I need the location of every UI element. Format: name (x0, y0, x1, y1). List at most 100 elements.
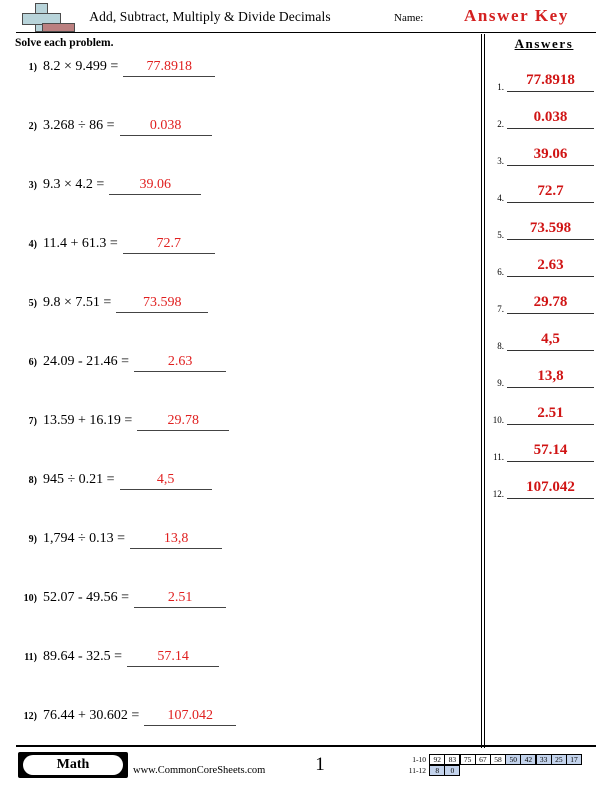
problem-row: 11) 89.64 - 32.5 = 57.14 (15, 647, 470, 706)
problem-body: 89.64 - 32.5 = 57.14 (43, 649, 220, 667)
answer-number: 1. (497, 82, 504, 92)
problem-expression: 11.4 + 61.3 = (43, 236, 118, 251)
score-row-label: 11-12 (408, 766, 426, 775)
problem-number: 2) (28, 121, 37, 132)
problem-answer-blank[interactable]: 57.14 (127, 649, 220, 667)
score-row-label: 1-10 (412, 755, 426, 764)
score-cell-empty (490, 765, 506, 776)
answer-value-blank[interactable]: 107.042 (507, 477, 594, 499)
column-divider (481, 34, 485, 748)
answer-value-blank[interactable]: 13,8 (507, 366, 594, 388)
answer-row: 7. 29.78 (488, 289, 600, 326)
score-table-row: 11-12 8 0 (397, 765, 582, 776)
score-cell: 83 (444, 754, 461, 765)
answer-value-blank[interactable]: 4,5 (507, 329, 594, 351)
answer-value-blank[interactable]: 77.8918 (507, 70, 594, 92)
problem-expression: 24.09 - 21.46 = (43, 354, 130, 369)
problem-answer-blank[interactable]: 39.06 (109, 177, 202, 195)
answer-number: 3. (497, 156, 504, 166)
problem-row: 6) 24.09 - 21.46 = 2.63 (15, 352, 470, 411)
answer-value-blank[interactable]: 57.14 (507, 440, 594, 462)
answers-list: 1. 77.8918 2. 0.038 3. 39.06 4. 72.7 5. 73.598 6. 2… (488, 67, 600, 511)
problem-answer-blank[interactable]: 77.8918 (123, 59, 216, 77)
problem-expression: 9.8 × 7.51 = (43, 295, 112, 310)
problem-expression: 8.2 × 9.499 = (43, 59, 119, 74)
problem-number: 10) (23, 593, 37, 604)
problem-list: 1) 8.2 × 9.499 = 77.8918 2) 3.268 ÷ 86 = 0.03… (15, 57, 470, 765)
score-cell-empty (566, 765, 582, 776)
header-divider-rule (16, 32, 596, 33)
answer-value-blank[interactable]: 73.598 (507, 218, 594, 240)
answers-panel: Answers 1. 77.8918 2. 0.038 3. 39.06 4. 72.7 5. 7… (488, 36, 600, 511)
answer-row: 9. 13,8 (488, 363, 600, 400)
problem-body: 3.268 ÷ 86 = 0.038 (43, 118, 212, 136)
answer-value-blank[interactable]: 2.63 (507, 255, 594, 277)
score-cell: 8 (429, 765, 446, 776)
problem-answer-blank[interactable]: 107.042 (144, 708, 237, 726)
problem-expression: 89.64 - 32.5 = (43, 649, 123, 664)
problem-answer-blank[interactable]: 4,5 (119, 472, 212, 490)
answer-value-blank[interactable]: 0.038 (507, 107, 594, 129)
score-cell: 42 (520, 754, 537, 765)
problem-row: 10) 52.07 - 49.56 = 2.51 (15, 588, 470, 647)
problem-number: 7) (28, 416, 37, 427)
problem-row: 4) 11.4 + 61.3 = 72.7 (15, 234, 470, 293)
problem-number: 5) (28, 298, 37, 309)
answer-number: 9. (497, 378, 504, 388)
problem-row: 9) 1,794 ÷ 0.13 = 13,8 (15, 529, 470, 588)
problem-row: 3) 9.3 × 4.2 = 39.06 (15, 175, 470, 234)
score-table-row: 1-10 92 83 75 67 58 50 42 33 25 17 (397, 754, 583, 765)
answer-row: 10. 2.51 (488, 400, 600, 437)
score-cell: 67 (474, 754, 491, 765)
score-cell: 50 (505, 754, 522, 765)
problem-number: 8) (28, 475, 37, 486)
problem-number: 6) (28, 357, 37, 368)
problem-expression: 1,794 ÷ 0.13 = (43, 531, 126, 546)
answer-number: 2. (497, 119, 504, 129)
answer-number: 10. (492, 415, 504, 425)
problem-answer-blank[interactable]: 73.598 (116, 295, 209, 313)
problem-answer-blank[interactable]: 0.038 (119, 118, 212, 136)
score-cell-empty (551, 765, 567, 776)
answer-number: 5. (497, 230, 504, 240)
problem-answer-blank[interactable]: 72.7 (122, 236, 215, 254)
answer-row: 12. 107.042 (488, 474, 600, 511)
answer-value-blank[interactable]: 2.51 (507, 403, 594, 425)
problem-number: 11) (24, 652, 37, 663)
answer-row: 2. 0.038 (488, 104, 600, 141)
problem-answer-blank[interactable]: 2.63 (134, 354, 227, 372)
problem-answer-blank[interactable]: 13,8 (130, 531, 223, 549)
problem-expression: 9.3 × 4.2 = (43, 177, 105, 192)
answer-row: 6. 2.63 (488, 252, 600, 289)
score-cell-empty (536, 765, 552, 776)
problem-body: 8.2 × 9.499 = 77.8918 (43, 59, 216, 77)
score-cell-empty (520, 765, 536, 776)
answer-value-blank[interactable]: 29.78 (507, 292, 594, 314)
problem-body: 9.3 × 4.2 = 39.06 (43, 177, 202, 195)
problem-row: 2) 3.268 ÷ 86 = 0.038 (15, 116, 470, 175)
problem-body: 52.07 - 49.56 = 2.51 (43, 590, 227, 608)
problem-expression: 945 ÷ 0.21 = (43, 472, 115, 487)
answer-key-stamp: Answer Key (464, 6, 569, 25)
score-cell: 33 (535, 754, 552, 765)
problem-answer-blank[interactable]: 2.51 (134, 590, 227, 608)
answer-row: 8. 4,5 (488, 326, 600, 363)
answer-value-blank[interactable]: 72.7 (507, 181, 594, 203)
problem-expression: 76.44 + 30.602 = (43, 708, 140, 723)
score-cell: 25 (550, 754, 567, 765)
worksheet-header: Add, Subtract, Multiply & Divide Decimal… (0, 0, 612, 34)
score-table: 1-10 92 83 75 67 58 50 42 33 25 17 11-12 8 0 (397, 754, 583, 776)
score-cell: 17 (566, 754, 583, 765)
problem-number: 9) (28, 534, 37, 545)
problem-answer-blank[interactable]: 29.78 (137, 413, 230, 431)
score-cell: 75 (459, 754, 476, 765)
answer-row: 4. 72.7 (488, 178, 600, 215)
answer-value-blank[interactable]: 39.06 (507, 144, 594, 166)
answer-number: 12. (492, 489, 504, 499)
subject-badge: Math (18, 752, 128, 778)
problem-number: 4) (28, 239, 37, 250)
problem-body: 76.44 + 30.602 = 107.042 (43, 708, 237, 726)
answer-row: 5. 73.598 (488, 215, 600, 252)
problem-body: 11.4 + 61.3 = 72.7 (43, 236, 215, 254)
answer-row: 11. 57.14 (488, 437, 600, 474)
